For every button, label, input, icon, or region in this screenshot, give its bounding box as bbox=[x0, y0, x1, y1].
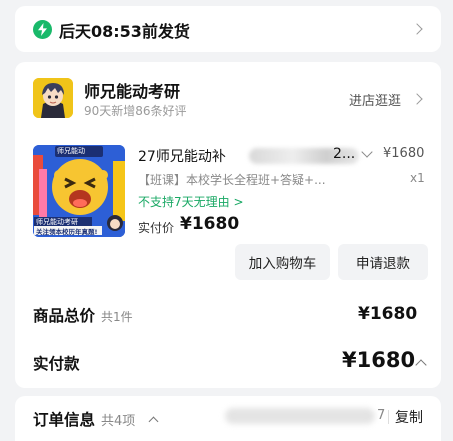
product-title-tail: 2... bbox=[333, 146, 356, 162]
order-info-card: 订单信息 共4项 7 复制 bbox=[15, 396, 441, 441]
order-detail-page: 后天08:53前发货 师兄能动考研 90天新增86条好评 进店逛逛 师兄能动 师… bbox=[0, 0, 453, 441]
image-caption-2: 关注领本校历年真题! bbox=[36, 228, 98, 236]
visit-shop-label: 进店逛逛 bbox=[349, 94, 402, 109]
total-price-value: ¥1680 bbox=[358, 304, 418, 324]
product-title[interactable]: 27师兄能动补 bbox=[138, 146, 226, 166]
shop-name[interactable]: 师兄能动考研 bbox=[84, 78, 180, 102]
paid-amount-value: ¥1680 bbox=[342, 348, 416, 372]
total-price-label: 商品总价 bbox=[33, 307, 96, 325]
product-thumbnail[interactable]: 师兄能动 师兄能动考研 关注领本校历年真题! bbox=[33, 145, 125, 237]
product-price: ¥1680 bbox=[383, 146, 425, 161]
order-number-fragment: 7 bbox=[377, 408, 386, 423]
divider bbox=[388, 410, 389, 424]
chevron-right-icon[interactable] bbox=[411, 23, 423, 35]
product-spec: 【班课】本校学长全程班+答疑+... bbox=[138, 173, 326, 187]
redacted-text bbox=[225, 408, 375, 424]
shop-avatar[interactable] bbox=[33, 78, 73, 118]
paid-price-value: ¥1680 bbox=[180, 214, 240, 234]
chevron-right-icon[interactable] bbox=[411, 93, 423, 105]
image-badge-text: 师兄能动 bbox=[57, 147, 85, 155]
chevron-down-icon[interactable] bbox=[361, 146, 373, 158]
return-policy-link[interactable]: 不支持7天无理由 > bbox=[138, 193, 244, 210]
order-card: 师兄能动考研 90天新增86条好评 进店逛逛 师兄能动 师兄能动考研 关注领本校… bbox=[15, 62, 441, 388]
item-count: 共1件 bbox=[101, 310, 133, 324]
add-to-cart-button[interactable]: 加入购物车 bbox=[235, 244, 330, 280]
chevron-up-icon[interactable] bbox=[415, 359, 427, 371]
request-refund-button[interactable]: 申请退款 bbox=[338, 244, 428, 280]
shipping-card[interactable]: 后天08:53前发货 bbox=[15, 6, 441, 52]
paid-amount-label: 实付款 bbox=[33, 355, 80, 373]
total-price-row: 商品总价 共1件 bbox=[33, 304, 133, 326]
order-info-count: 共4项 bbox=[101, 414, 136, 429]
shipping-text: 后天08:53前发货 bbox=[59, 22, 190, 41]
order-info-row[interactable]: 订单信息 共4项 bbox=[33, 408, 135, 430]
product-quantity: x1 bbox=[410, 171, 425, 185]
lightning-icon bbox=[33, 20, 52, 39]
visit-shop-link[interactable]: 进店逛逛 bbox=[349, 90, 401, 109]
paid-price-label: 实付价 bbox=[138, 221, 175, 235]
order-info-label: 订单信息 bbox=[33, 411, 96, 429]
copy-button[interactable]: 复制 bbox=[395, 407, 423, 427]
shop-review-stat: 90天新增86条好评 bbox=[84, 104, 187, 118]
chevron-up-icon[interactable] bbox=[148, 416, 159, 427]
